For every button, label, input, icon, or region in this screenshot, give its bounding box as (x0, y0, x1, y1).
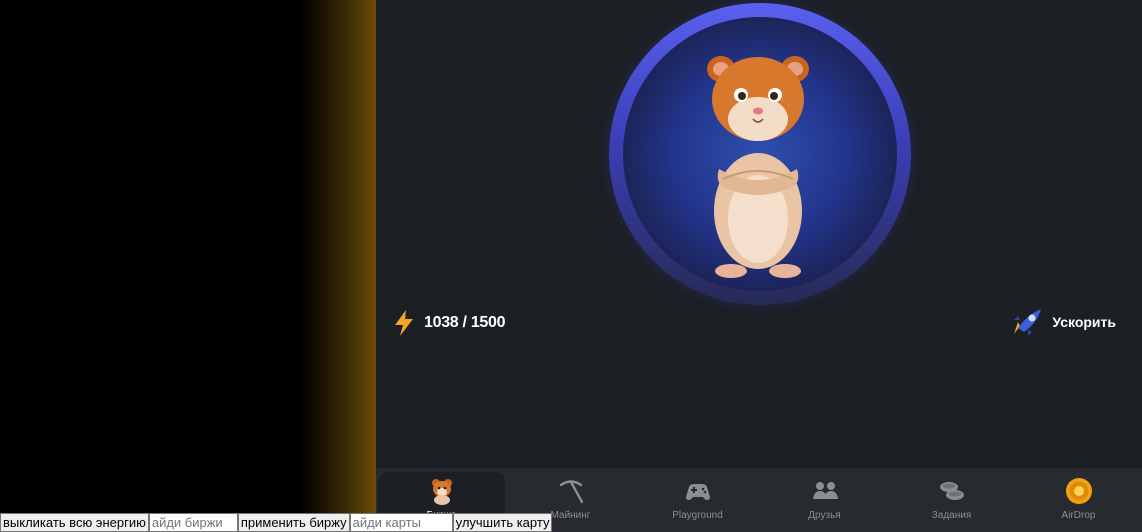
nav-label-tasks: Задания (931, 510, 972, 521)
gamepad-icon (685, 484, 710, 500)
airdrop-coin-icon (1065, 478, 1092, 504)
friends-icon (812, 482, 838, 499)
exchange-id-input[interactable] (148, 513, 238, 532)
boost-button[interactable]: Ускорить (1008, 306, 1116, 338)
game-app: 1038 / 1500 Ускорить Биржа (376, 0, 1142, 532)
left-panel (0, 0, 376, 532)
card-id-input[interactable] (349, 513, 453, 532)
hamster-icon (707, 56, 809, 278)
hamster-tap-button[interactable] (609, 3, 911, 305)
nav-label-playground: Playground (672, 510, 723, 521)
upgrade-card-button[interactable]: улучшить карту (452, 513, 553, 532)
tap-circle-inner (623, 17, 897, 291)
nav-label-mining: Майнинг (550, 510, 591, 521)
rocket-icon (1014, 309, 1042, 336)
nav-item-playground[interactable]: Playground (634, 468, 761, 532)
hamster-icon (431, 479, 452, 505)
nav-item-airdrop[interactable]: AirDrop (1015, 468, 1142, 532)
coins-icon (939, 482, 964, 500)
nav-item-friends[interactable]: Друзья (761, 468, 888, 532)
energy-value: 1038 / 1500 (424, 314, 506, 331)
apply-exchange-button[interactable]: применить биржу (237, 513, 350, 532)
debug-controls: выкликать всю энергию применить биржу ул… (0, 513, 553, 532)
boost-label: Ускорить (1052, 314, 1116, 330)
nav-label-friends: Друзья (808, 510, 841, 521)
lightning-icon (395, 310, 413, 336)
nav-label-airdrop: AirDrop (1061, 510, 1096, 521)
tap-all-energy-button[interactable]: выкликать всю энергию (0, 513, 149, 532)
energy-indicator: 1038 / 1500 (392, 309, 506, 337)
nav-item-tasks[interactable]: Задания (888, 468, 1015, 532)
pickaxe-icon (559, 480, 583, 504)
